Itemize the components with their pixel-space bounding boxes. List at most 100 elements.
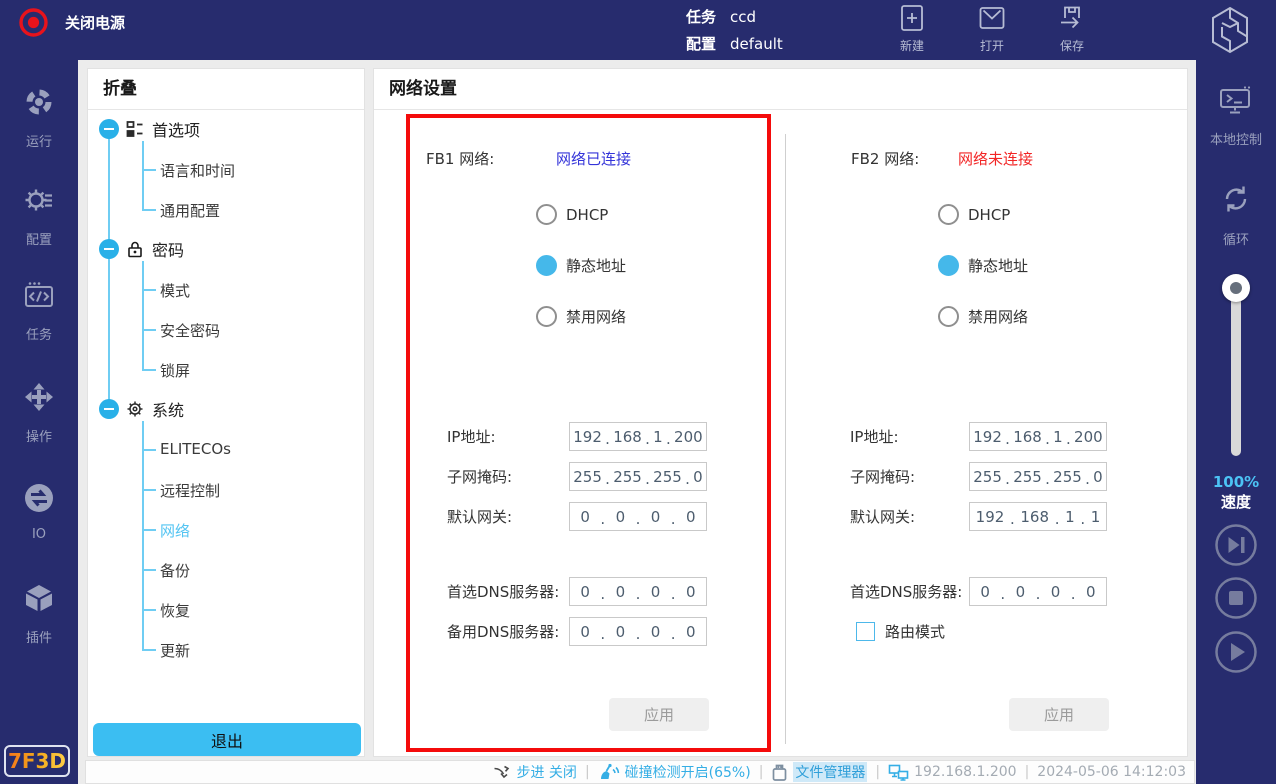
ip-segment: 168 bbox=[1020, 508, 1049, 526]
task-value: ccd bbox=[730, 8, 756, 26]
exit-button[interactable]: 退出 bbox=[93, 723, 361, 756]
fb2-apply-button[interactable]: 应用 bbox=[1009, 698, 1109, 731]
tree-item-preferences-label: 首选项 bbox=[152, 117, 200, 141]
fb2-ip-input[interactable]: 192.168.1.200 bbox=[969, 422, 1107, 451]
ip-dot: . bbox=[636, 585, 641, 603]
speed-slider-track[interactable] bbox=[1231, 288, 1241, 456]
fb2-radio-disable[interactable]: 禁用网络 bbox=[938, 306, 1028, 327]
ip-segment: 0 bbox=[686, 623, 696, 641]
separator: | bbox=[585, 764, 590, 780]
tree-item-general-config[interactable]: 通用配置 bbox=[160, 200, 220, 221]
loop-button[interactable]: 循环 bbox=[1196, 183, 1276, 248]
fb2-gateway-input[interactable]: 192.168.1.1 bbox=[969, 502, 1107, 531]
sidebar-item-operate-label: 操作 bbox=[0, 426, 78, 445]
ip-dot: . bbox=[1055, 510, 1060, 528]
step-status[interactable]: 步进 关闭 bbox=[493, 762, 576, 782]
tree-item-system[interactable]: 系统 bbox=[126, 397, 184, 421]
ip-segment: 0 bbox=[616, 623, 626, 641]
collision-status[interactable]: 碰撞检测开启(65%) bbox=[598, 762, 751, 782]
radio-circle-icon[interactable] bbox=[938, 306, 959, 327]
fb1-radio-dhcp[interactable]: DHCP bbox=[536, 204, 608, 225]
ip-dot: . bbox=[605, 470, 610, 488]
fb1-radio-static[interactable]: 静态地址 bbox=[536, 255, 626, 276]
radio-circle-icon[interactable] bbox=[536, 306, 557, 327]
new-button-label: 新建 bbox=[887, 37, 937, 54]
sidebar-item-io[interactable]: IO bbox=[0, 483, 78, 542]
file-manager[interactable]: 文件管理器 bbox=[771, 762, 867, 782]
ip-dot: . bbox=[600, 585, 605, 603]
ip-segment: 1 bbox=[1065, 508, 1075, 526]
tree-item-preferences[interactable]: 首选项 bbox=[126, 117, 200, 141]
tree-item-network[interactable]: 网络 bbox=[160, 520, 190, 541]
fb1-dns1-input[interactable]: 0.0.0.0 bbox=[569, 577, 707, 606]
ip-segment: 0 bbox=[1093, 468, 1103, 486]
fb1-ip-input[interactable]: 192.168.1.200 bbox=[569, 422, 707, 451]
tree-item-lock-screen[interactable]: 锁屏 bbox=[160, 360, 190, 381]
tree-item-restore[interactable]: 恢复 bbox=[160, 600, 190, 621]
save-icon bbox=[1058, 4, 1086, 32]
tree-item-elitecos[interactable]: ELITECOs bbox=[160, 440, 231, 458]
play-button[interactable] bbox=[1215, 631, 1257, 673]
local-control-button[interactable]: 本地控制 bbox=[1196, 85, 1276, 148]
checkbox-icon[interactable] bbox=[856, 622, 875, 641]
fb2-dns1-input[interactable]: 0.0.0.0 bbox=[969, 577, 1107, 606]
fb1-apply-button[interactable]: 应用 bbox=[609, 698, 709, 731]
radio-circle-icon[interactable] bbox=[938, 255, 959, 276]
new-button[interactable]: 新建 bbox=[887, 4, 937, 54]
sidebar-item-plugin[interactable]: 插件 bbox=[0, 583, 78, 646]
stop-button[interactable] bbox=[1215, 577, 1257, 619]
network-settings-title: 网络设置 bbox=[374, 69, 1187, 110]
sidebar-item-config[interactable]: 配置 bbox=[0, 185, 78, 248]
ip-segment: 0 bbox=[580, 508, 590, 526]
radio-circle-icon[interactable] bbox=[536, 204, 557, 225]
collision-icon bbox=[598, 763, 620, 781]
tree-item-language-time[interactable]: 语言和时间 bbox=[160, 160, 235, 181]
ip-segment: 200 bbox=[674, 428, 703, 446]
fb1-gateway-input[interactable]: 0.0.0.0 bbox=[569, 502, 707, 531]
tree-collapse-node-system[interactable] bbox=[99, 399, 119, 419]
sidebar-item-operate[interactable]: 操作 bbox=[0, 382, 78, 445]
sidebar-item-task-label: 任务 bbox=[0, 324, 78, 343]
power-button[interactable]: 关闭电源 bbox=[18, 7, 125, 38]
tree-item-password[interactable]: 密码 bbox=[126, 237, 184, 261]
tree-collapse-node-password[interactable] bbox=[99, 239, 119, 259]
fb1-radio-disable[interactable]: 禁用网络 bbox=[536, 306, 626, 327]
tree-item-mode[interactable]: 模式 bbox=[160, 280, 190, 301]
tree-item-update[interactable]: 更新 bbox=[160, 640, 190, 661]
fb2-mask-input[interactable]: 255.255.255.0 bbox=[969, 462, 1107, 491]
tree-item-backup[interactable]: 备份 bbox=[160, 560, 190, 581]
network-settings-panel: 网络设置 FB1 网络: 网络已连接 DHCP 静态地址 禁用网络 IP地址: … bbox=[373, 68, 1188, 757]
tree-item-password-label: 密码 bbox=[152, 237, 184, 261]
step-next-button[interactable] bbox=[1215, 524, 1257, 566]
fb1-radio-disable-label: 禁用网络 bbox=[566, 306, 626, 327]
speed-slider-knob[interactable] bbox=[1222, 274, 1250, 302]
tree-collapse-node-preferences[interactable] bbox=[99, 119, 119, 139]
power-icon bbox=[18, 7, 49, 38]
sidebar-item-run[interactable]: 运行 bbox=[0, 87, 78, 150]
tree-item-safety-password[interactable]: 安全密码 bbox=[160, 320, 220, 341]
fb1-dns2-input[interactable]: 0.0.0.0 bbox=[569, 617, 707, 646]
separator: | bbox=[1025, 764, 1030, 780]
ip-segment: 200 bbox=[1074, 428, 1103, 446]
settings-gear-icon bbox=[24, 185, 54, 215]
fb1-mask-input[interactable]: 255.255.255.0 bbox=[569, 462, 707, 491]
fb2-radio-dhcp[interactable]: DHCP bbox=[938, 204, 1010, 225]
tree-item-remote-control[interactable]: 远程控制 bbox=[160, 480, 220, 501]
ip-segment: 0 bbox=[1016, 583, 1026, 601]
step-next-icon bbox=[1215, 524, 1257, 566]
radio-circle-icon[interactable] bbox=[536, 255, 557, 276]
open-button[interactable]: 打开 bbox=[967, 4, 1017, 54]
sidebar-item-task[interactable]: 任务 bbox=[0, 280, 78, 343]
ip-dot: . bbox=[1080, 510, 1085, 528]
ip-dot: . bbox=[636, 510, 641, 528]
ip-dot: . bbox=[1045, 470, 1050, 488]
radio-circle-icon[interactable] bbox=[938, 204, 959, 225]
ip-dot: . bbox=[1071, 585, 1076, 603]
ip-segment: 0 bbox=[1086, 583, 1096, 601]
file-manager-label[interactable]: 文件管理器 bbox=[793, 762, 867, 782]
sidebar-item-io-label: IO bbox=[0, 527, 78, 542]
collision-status-label: 碰撞检测开启(65%) bbox=[625, 762, 751, 782]
fb2-radio-static[interactable]: 静态地址 bbox=[938, 255, 1028, 276]
fb2-router-mode-checkbox-row[interactable]: 路由模式 bbox=[856, 621, 945, 642]
save-button[interactable]: 保存 bbox=[1047, 4, 1097, 54]
